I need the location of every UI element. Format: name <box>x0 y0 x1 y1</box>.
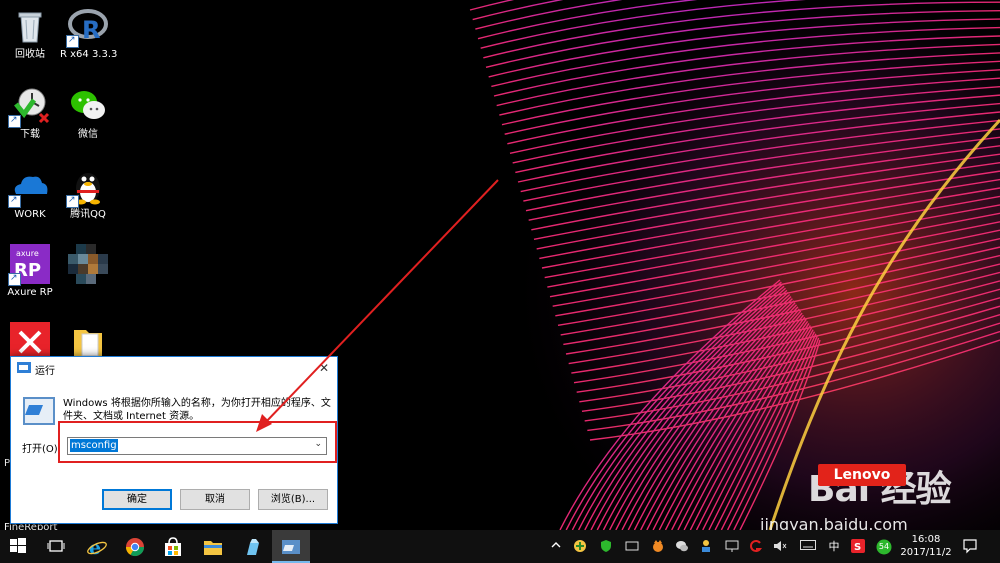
close-icon: ✕ <box>318 361 330 375</box>
pixelated-app-icon <box>68 244 108 284</box>
taskbar-clock[interactable]: 16:08 2017/11/2 <box>898 533 954 559</box>
desktop-icon-label: 回收站 <box>15 49 45 60</box>
desktop-icon-label: Axure RP <box>7 287 53 298</box>
taskbar-store[interactable] <box>154 530 192 563</box>
action-center-icon[interactable] <box>962 538 978 554</box>
volume-muted-icon <box>774 541 787 551</box>
shield-icon <box>601 540 611 552</box>
tray-wechat[interactable] <box>674 539 690 555</box>
clock-time: 16:08 <box>911 534 941 545</box>
run-dialog-description: Windows 将根据你所输入的名称，为你打开相应的程序、文件夹、文档或 Int… <box>63 398 331 422</box>
sogou-s-icon: S <box>851 539 865 553</box>
tray-badge-count: 54 <box>878 542 890 551</box>
run-dialog[interactable]: 运行 ✕ Windows 将根据你所输入的名称，为你打开相应的程序、文件夹、文档… <box>10 356 338 524</box>
wechat-icon <box>71 91 105 119</box>
svg-text:S: S <box>854 542 861 553</box>
axure-badge-top: axure <box>16 249 39 258</box>
baidu-jingyan-watermark: Bai 经验 Lenovo jingyan.baidu.com <box>760 455 1000 535</box>
tray-network[interactable] <box>724 539 740 555</box>
internet-explorer-icon: e <box>87 537 107 557</box>
tray-app-3[interactable] <box>624 539 640 555</box>
tray-app-4[interactable] <box>650 539 666 555</box>
tray-badge[interactable]: 54 <box>874 539 894 555</box>
person-icon <box>702 540 710 552</box>
run-app-icon <box>23 397 55 425</box>
run-icon <box>282 540 300 554</box>
desktop-icon-label: 下载 <box>20 129 40 140</box>
download-shortcut[interactable]: 下载 <box>2 86 58 141</box>
wechat-shortcut[interactable]: 微信 <box>60 86 116 141</box>
start-button[interactable] <box>0 530 38 563</box>
recycle-bin[interactable]: 回收站 <box>2 6 58 61</box>
shortcut-arrow-icon <box>66 34 79 48</box>
tray-app-1[interactable] <box>572 539 588 555</box>
chevron-up-icon <box>551 542 561 548</box>
file-explorer-icon <box>204 541 222 555</box>
clock-date: 2017/11/2 <box>900 547 952 558</box>
red-g-icon <box>750 540 763 552</box>
chrome-icon <box>126 538 144 557</box>
windows-logo-icon <box>10 538 26 553</box>
desktop-icon-label: R x64 3.3.3 <box>60 49 118 60</box>
plus-badge-icon <box>574 540 586 552</box>
tray-keyboard[interactable] <box>800 539 816 555</box>
task-view-icon <box>47 540 65 552</box>
shortcut-arrow-icon <box>8 114 21 128</box>
keyboard-icon <box>800 540 816 550</box>
run-dialog-title: 运行 <box>35 366 55 377</box>
taskbar-run[interactable] <box>272 530 310 563</box>
fox-icon <box>653 540 663 552</box>
tray-app-8[interactable] <box>748 539 764 555</box>
browse-button[interactable]: 浏览(B)... <box>258 489 328 510</box>
tray-app-2[interactable] <box>598 539 614 555</box>
shortcut-arrow-icon <box>8 272 21 286</box>
wechat-icon <box>676 541 688 552</box>
lenovo-logo: Lenovo <box>818 464 906 486</box>
desktop-icon-label: WORK <box>14 209 46 220</box>
svg-text:R: R <box>82 16 100 44</box>
shortcut-arrow-icon <box>8 194 21 208</box>
r-x64-shortcut[interactable]: R R x64 3.3.3 <box>60 6 118 61</box>
tencent-qq-shortcut[interactable]: 腾讯QQ <box>60 166 116 221</box>
annotation-highlight-box <box>58 421 337 463</box>
tray-app-6[interactable] <box>698 539 714 555</box>
taskbar-ie[interactable]: e <box>78 530 116 563</box>
work-onedrive-shortcut[interactable]: WORK <box>2 166 58 221</box>
network-icon <box>725 540 739 552</box>
device-icon <box>625 541 639 551</box>
run-icon <box>17 362 31 373</box>
cancel-button[interactable]: 取消 <box>180 489 250 510</box>
tray-sogou[interactable]: S <box>850 539 866 555</box>
close-button[interactable]: ✕ <box>315 359 333 377</box>
desktop-icon-label: 腾讯QQ <box>70 209 106 220</box>
store-icon <box>165 537 181 556</box>
pixelated-shortcut[interactable] <box>60 244 116 287</box>
taskbar-pen-tool[interactable] <box>234 530 272 563</box>
ok-button[interactable]: 确定 <box>102 489 172 510</box>
tray-volume[interactable] <box>772 539 788 555</box>
recycle-bin-icon <box>18 12 42 43</box>
task-view-button[interactable] <box>38 530 76 563</box>
show-hidden-icons[interactable] <box>548 539 564 555</box>
run-dialog-titlebar[interactable]: 运行 ✕ <box>11 357 337 379</box>
taskbar-file-explorer[interactable] <box>194 530 232 563</box>
input-language-indicator[interactable]: 中 <box>826 539 842 555</box>
shortcut-arrow-icon <box>66 194 79 208</box>
desktop-icon-label: 微信 <box>78 129 98 140</box>
taskbar-chrome[interactable] <box>116 530 154 563</box>
open-field-label: 打开(O): <box>22 444 62 455</box>
axure-rp-shortcut[interactable]: axure RP Axure RP <box>2 244 58 299</box>
pen-tool-icon <box>247 539 259 555</box>
taskbar: e 中 S 54 16:08 2017/11/2 <box>0 530 1000 563</box>
